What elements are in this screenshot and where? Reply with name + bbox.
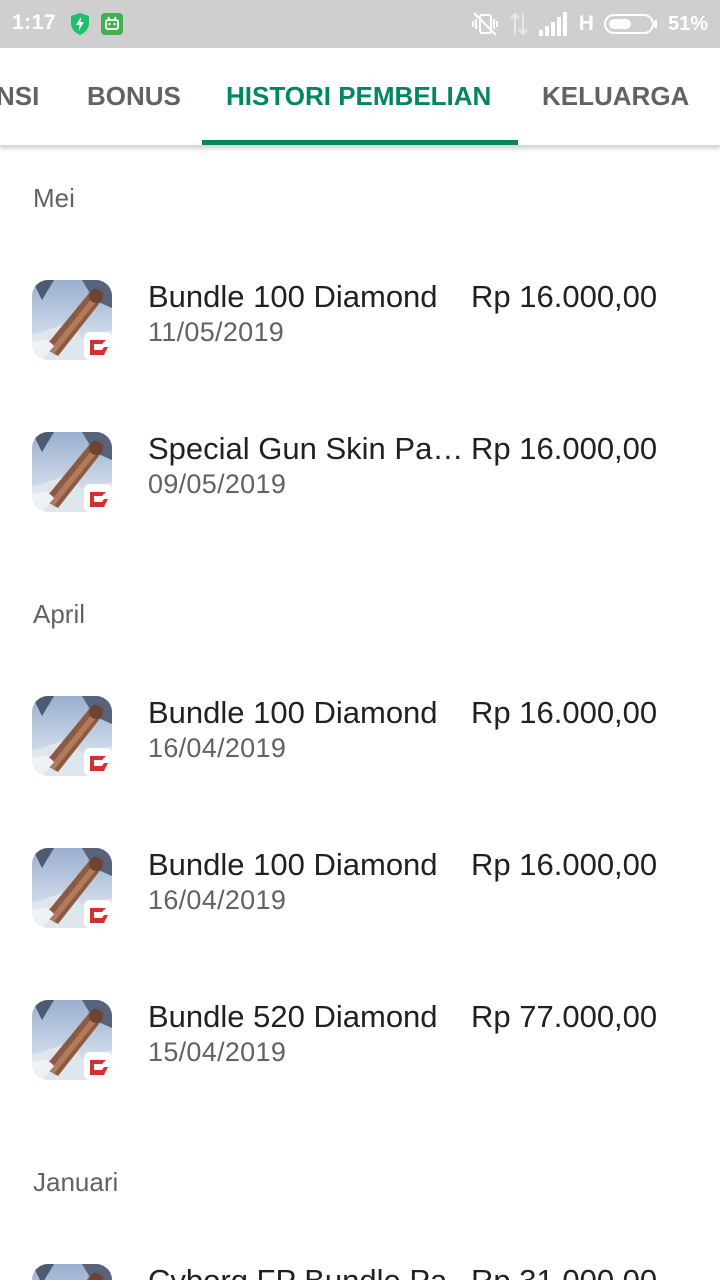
- item-date: 16/04/2019: [148, 885, 287, 915]
- list-item[interactable]: Bundle 100 Diamond 16/04/2019 Rp 16.000,…: [0, 695, 720, 836]
- tab-bar: NSI BONUS HISTORI PEMBELIAN KELUARGA: [0, 48, 720, 146]
- item-title: Cyborg FP Bundle Pa: [148, 1264, 470, 1280]
- item-price: Rp 16.000,00: [471, 431, 658, 466]
- tab-indicator: [202, 140, 518, 145]
- tab-bonus[interactable]: BONUS: [87, 48, 181, 145]
- list-item[interactable]: Cyborg FP Bundle Pa Rp 31.000,00: [0, 1264, 720, 1280]
- item-title: Bundle 100 Diamond: [148, 695, 438, 730]
- item-date: 11/05/2019: [148, 317, 285, 347]
- tab-keluarga[interactable]: KELUARGA: [542, 48, 689, 145]
- item-date: 16/04/2019: [148, 733, 287, 763]
- data-arrows-icon: [509, 11, 529, 37]
- item-price: Rp 16.000,00: [471, 279, 658, 314]
- game-app-icon: [32, 432, 112, 512]
- item-price: Rp 16.000,00: [471, 695, 658, 730]
- item-price: Rp 77.000,00: [471, 999, 658, 1034]
- status-bar: 1:17 H 51%: [0, 0, 720, 48]
- vibrate-off-icon: [471, 11, 499, 37]
- list-item[interactable]: Bundle 100 Diamond 16/04/2019 Rp 16.000,…: [0, 847, 720, 988]
- game-app-icon: [32, 1000, 112, 1080]
- game-app-icon: [32, 1264, 112, 1280]
- signal-icon: [538, 12, 569, 36]
- android-icon: [100, 12, 124, 36]
- item-title: Bundle 100 Diamond: [148, 279, 438, 314]
- game-app-icon: [32, 848, 112, 928]
- list-item[interactable]: Bundle 520 Diamond 15/04/2019 Rp 77.000,…: [0, 999, 720, 1140]
- shield-bolt-icon: [68, 12, 92, 36]
- section-header-mei: Mei: [33, 183, 75, 213]
- status-right-group: H 51%: [461, 10, 708, 38]
- item-date: 15/04/2019: [148, 1037, 287, 1067]
- item-title: Special Gun Skin Pac…: [148, 431, 470, 466]
- battery-icon: [603, 13, 658, 35]
- game-app-icon: [32, 696, 112, 776]
- game-app-icon: [32, 280, 112, 360]
- item-title: Bundle 520 Diamond: [148, 999, 438, 1034]
- network-type: H: [578, 12, 594, 35]
- item-price: Rp 31.000,00: [471, 1264, 657, 1280]
- status-time: 1:17: [12, 11, 57, 34]
- list-item[interactable]: Bundle 100 Diamond 11/05/2019 Rp 16.000,…: [0, 279, 720, 420]
- item-price: Rp 16.000,00: [471, 847, 658, 882]
- item-date: 09/05/2019: [148, 469, 287, 499]
- list-item[interactable]: Special Gun Skin Pac… 09/05/2019 Rp 16.0…: [0, 431, 720, 572]
- tab-transaksi[interactable]: NSI: [0, 48, 39, 145]
- battery-percent: 51%: [667, 12, 708, 35]
- tab-histori-pembelian[interactable]: HISTORI PEMBELIAN: [226, 48, 491, 145]
- item-title: Bundle 100 Diamond: [148, 847, 438, 882]
- section-header-april: April: [33, 599, 86, 629]
- section-header-januari: Januari: [33, 1167, 119, 1197]
